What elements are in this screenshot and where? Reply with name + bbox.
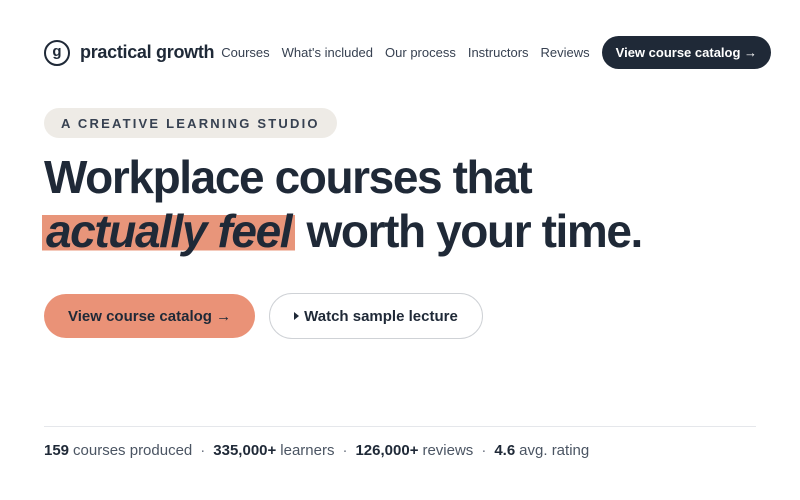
stat-courses: 159 courses produced [44, 442, 193, 459]
eyebrow-badge: A CREATIVE LEARNING STUDIO [44, 108, 337, 138]
brand-name: practical growth [80, 42, 215, 62]
stat-learners: 335,000+ learners [213, 442, 335, 459]
headline-highlight: actually feel [42, 204, 296, 258]
site-header: g practical growth Courses What's includ… [44, 36, 772, 69]
stat-separator: · [481, 442, 487, 459]
stat-reviews: 126,000+ reviews [355, 442, 474, 459]
main-nav: Courses What's included Our process Inst… [221, 45, 601, 60]
view-catalog-button[interactable]: View course catalog → [44, 294, 256, 338]
stat-rating: 4.6 avg. rating [494, 442, 590, 459]
stats-bar: 159 courses produced · 335,000+ learners ·… [44, 442, 589, 459]
header-catalog-button[interactable]: View course catalog → [601, 36, 772, 69]
stats-divider [44, 426, 756, 427]
headline-line-2: actually feel worth your time. [42, 204, 764, 258]
hero-actions: View course catalog → Watch sample lectu… [44, 293, 483, 339]
headline-line-1: Workplace courses that [44, 151, 533, 203]
headline-rest: worth your time. [295, 205, 644, 257]
watch-lecture-label: Watch sample lecture [304, 307, 458, 325]
hero-headline: Workplace courses that actually feel wor… [42, 150, 764, 258]
nav-link-our-process[interactable]: Our process [385, 45, 456, 60]
stat-separator: · [342, 442, 348, 459]
nav-link-whats-included[interactable]: What's included [282, 45, 373, 60]
watch-lecture-button[interactable]: Watch sample lecture [269, 293, 483, 339]
nav-link-instructors[interactable]: Instructors [468, 45, 529, 60]
nav-link-reviews[interactable]: Reviews [541, 45, 590, 60]
logo[interactable]: g practical growth [44, 39, 215, 66]
nav-link-courses[interactable]: Courses [221, 45, 269, 60]
play-icon [294, 312, 300, 320]
logo-icon: g [44, 39, 70, 66]
stat-separator: · [200, 442, 206, 459]
